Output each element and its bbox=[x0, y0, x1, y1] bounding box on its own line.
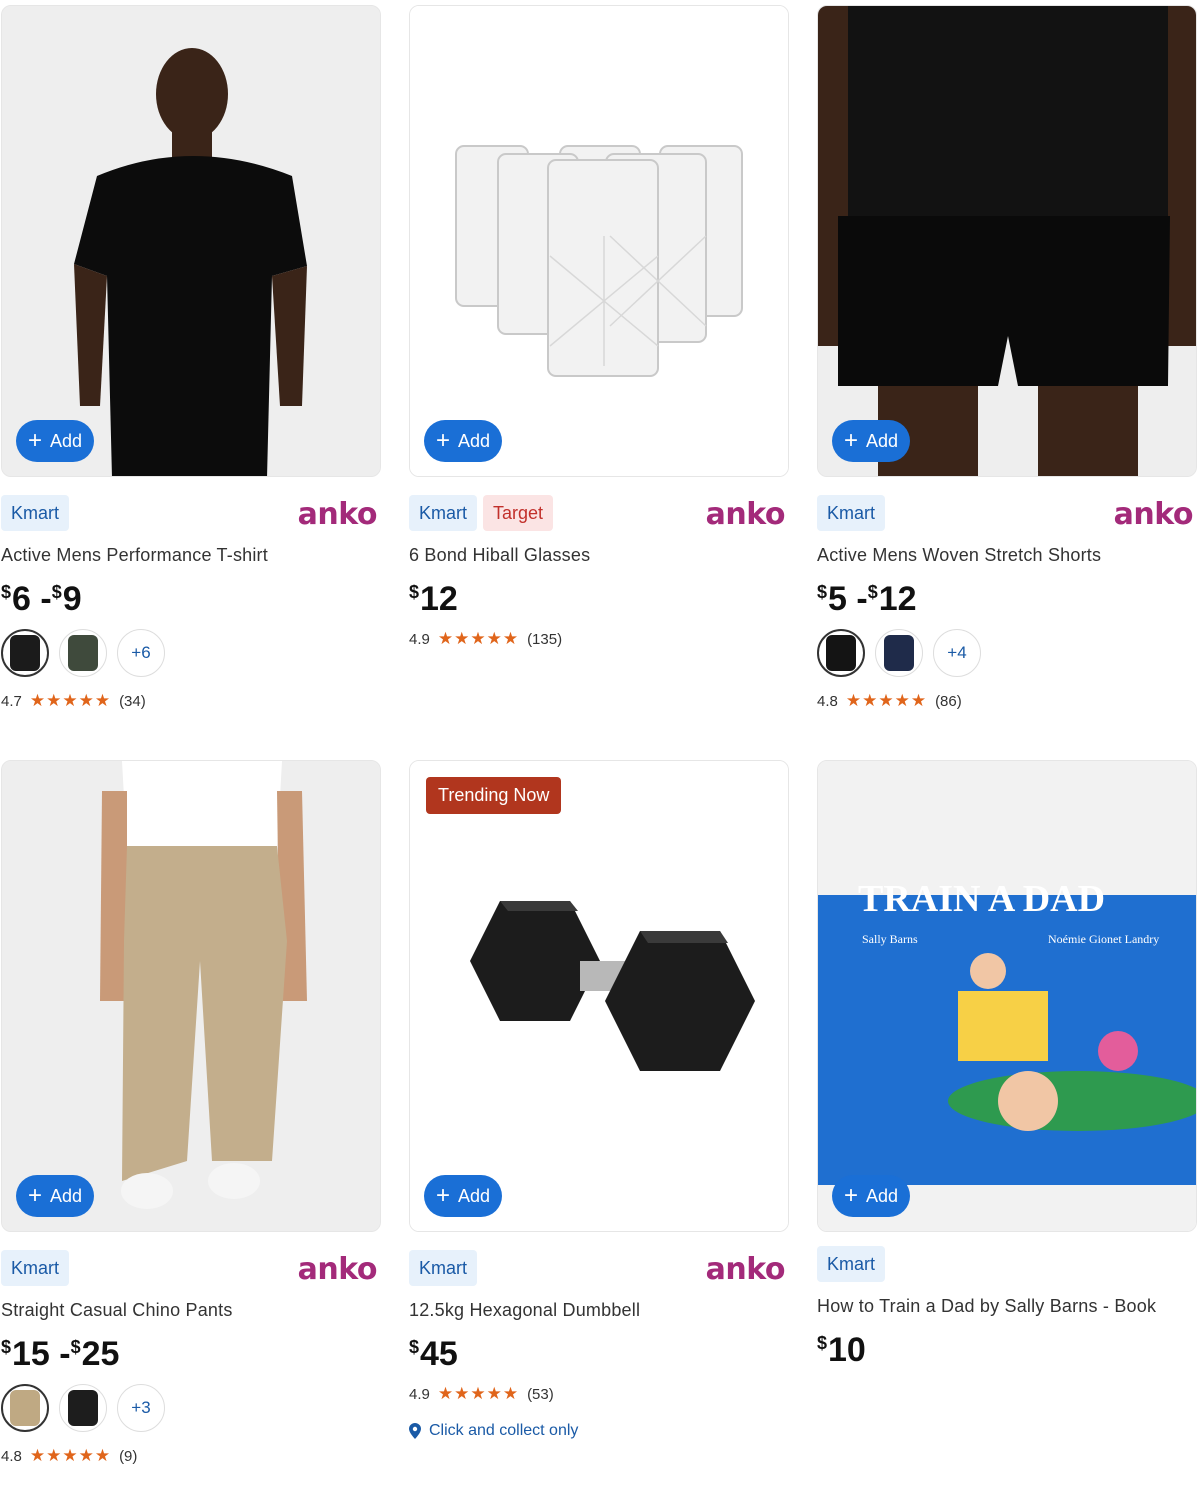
product-title[interactable]: 6 Bond Hiball Glasses bbox=[409, 545, 789, 566]
star-icons: ★★★★★ bbox=[845, 691, 928, 710]
product-title[interactable]: Active Mens Performance T-shirt bbox=[1, 545, 381, 566]
svg-text:Sally Barns: Sally Barns bbox=[862, 932, 918, 946]
swatch-more-button[interactable]: +4 bbox=[933, 629, 981, 677]
retailer-tags: Kmart Target anko bbox=[409, 495, 789, 532]
product-card[interactable]: + Add Kmart anko Active Mens Performance… bbox=[1, 5, 381, 711]
swatch-black[interactable] bbox=[59, 1384, 107, 1432]
add-to-cart-button[interactable]: + Add bbox=[424, 420, 503, 462]
product-card[interactable]: Trending Now + Add Kmart anko 12.5kg Hex… bbox=[409, 760, 789, 1440]
rating: 4.7 ★★★★★ (34) bbox=[1, 691, 146, 710]
kmart-tag: Kmart bbox=[1, 495, 70, 531]
plus-icon: + bbox=[844, 1182, 859, 1209]
brand-logo: anko bbox=[705, 497, 786, 532]
rating: 4.8 ★★★★★ (9) bbox=[1, 1446, 138, 1465]
rating: 4.9 ★★★★★ (53) bbox=[409, 1384, 554, 1403]
click-collect-notice: Click and collect only bbox=[409, 1422, 789, 1440]
brand-logo: anko bbox=[297, 497, 378, 532]
product-price: $12 bbox=[409, 580, 458, 618]
brand-logo: anko bbox=[705, 1252, 786, 1287]
color-swatches: +4 bbox=[817, 629, 1197, 677]
swatch-black[interactable] bbox=[1, 629, 49, 677]
swatch-more-button[interactable]: +3 bbox=[117, 1384, 165, 1432]
rating: 4.8 ★★★★★ (86) bbox=[817, 691, 962, 710]
swatch-black[interactable] bbox=[817, 629, 865, 677]
brand-logo: anko bbox=[1113, 497, 1194, 532]
product-grid: + Add Kmart anko Active Mens Performance… bbox=[0, 0, 1200, 1486]
add-to-cart-button[interactable]: + Add bbox=[424, 1175, 503, 1217]
product-image[interactable]: Trending Now + Add bbox=[409, 760, 789, 1232]
product-price: $10 bbox=[817, 1331, 866, 1369]
kmart-tag: Kmart bbox=[817, 495, 886, 531]
retailer-tags: Kmart anko bbox=[1, 495, 381, 532]
kmart-tag: Kmart bbox=[409, 495, 478, 531]
plus-icon: + bbox=[28, 1182, 43, 1209]
plus-icon: + bbox=[844, 427, 859, 454]
product-card[interactable]: + Add Kmart anko Straight Casual Chino P… bbox=[1, 760, 381, 1466]
product-image[interactable]: + Add bbox=[1, 760, 381, 1232]
star-icons: ★★★★★ bbox=[29, 691, 112, 710]
product-price: $5 - $12 bbox=[817, 580, 917, 618]
product-title[interactable]: Straight Casual Chino Pants bbox=[1, 1300, 381, 1321]
product-title[interactable]: How to Train a Dad by Sally Barns - Book bbox=[817, 1296, 1197, 1317]
color-swatches: +3 bbox=[1, 1384, 381, 1432]
star-icons: ★★★★★ bbox=[437, 1384, 520, 1403]
plus-icon: + bbox=[28, 427, 43, 454]
product-title[interactable]: Active Mens Woven Stretch Shorts bbox=[817, 545, 1197, 566]
add-to-cart-button[interactable]: + Add bbox=[16, 1175, 95, 1217]
product-title[interactable]: 12.5kg Hexagonal Dumbbell bbox=[409, 1300, 789, 1321]
target-tag: Target bbox=[483, 495, 554, 531]
product-image[interactable]: + Add bbox=[817, 5, 1197, 477]
swatch-green[interactable] bbox=[59, 629, 107, 677]
star-icons: ★★★★★ bbox=[437, 629, 520, 648]
product-card[interactable]: + Add Kmart anko Active Mens Woven Stret… bbox=[817, 5, 1197, 711]
color-swatches: +6 bbox=[1, 629, 381, 677]
rating: 4.9 ★★★★★ (135) bbox=[409, 629, 563, 648]
svg-text:Noémie Gionet Landry: Noémie Gionet Landry bbox=[1048, 932, 1159, 946]
add-to-cart-button[interactable]: + Add bbox=[16, 420, 95, 462]
retailer-tags: Kmart anko bbox=[409, 1250, 789, 1287]
add-to-cart-button[interactable]: + Add bbox=[832, 420, 911, 462]
brand-logo: anko bbox=[297, 1252, 378, 1287]
swatch-more-button[interactable]: +6 bbox=[117, 629, 165, 677]
book-title-text: TRAIN A DAD bbox=[858, 878, 1105, 920]
product-image[interactable]: + Add bbox=[1, 5, 381, 477]
product-image[interactable]: + Add bbox=[409, 5, 789, 477]
swatch-navy[interactable] bbox=[875, 629, 923, 677]
product-price: $45 bbox=[409, 1335, 458, 1373]
kmart-tag: Kmart bbox=[1, 1250, 70, 1286]
kmart-tag: Kmart bbox=[409, 1250, 478, 1286]
product-image[interactable]: TRAIN A DAD Sally Barns Noémie Gionet La… bbox=[817, 760, 1197, 1232]
product-price: $6 - $9 bbox=[1, 580, 82, 618]
kmart-tag: Kmart bbox=[817, 1246, 886, 1282]
trending-badge: Trending Now bbox=[426, 777, 562, 814]
product-price: $15 - $25 bbox=[1, 1335, 120, 1373]
plus-icon: + bbox=[436, 427, 451, 454]
retailer-tags: Kmart anko bbox=[817, 495, 1197, 532]
product-card[interactable]: TRAIN A DAD Sally Barns Noémie Gionet La… bbox=[817, 760, 1197, 1370]
retailer-tags: Kmart anko bbox=[1, 1250, 381, 1287]
swatch-tan[interactable] bbox=[1, 1384, 49, 1432]
add-to-cart-button[interactable]: + Add bbox=[832, 1175, 911, 1217]
plus-icon: + bbox=[436, 1182, 451, 1209]
retailer-tags: Kmart bbox=[817, 1246, 1197, 1282]
location-pin-icon bbox=[409, 1423, 421, 1439]
star-icons: ★★★★★ bbox=[29, 1446, 112, 1465]
product-card[interactable]: + Add Kmart Target anko 6 Bond Hiball Gl… bbox=[409, 5, 789, 649]
